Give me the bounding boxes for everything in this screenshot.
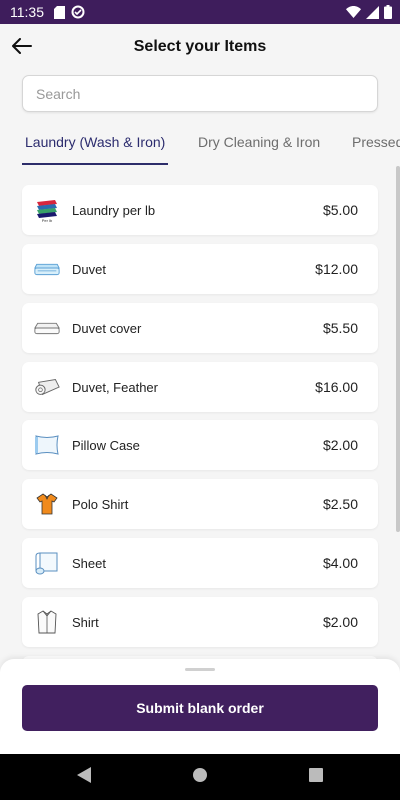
item-price: $2.00 (322, 437, 358, 453)
tab-pressed[interactable]: Pressed (352, 134, 400, 150)
data-saver-icon (71, 5, 85, 19)
category-tabs: Laundry (Wash & Iron) Dry Cleaning & Iro… (0, 126, 400, 166)
item-list: Per lb Laundry per lb $5.00 Duvet $12.00… (0, 172, 400, 662)
duvet-feather-icon (33, 373, 61, 401)
submit-blank-order-button[interactable]: Submit blank order (22, 685, 378, 731)
bottom-sheet: Submit blank order (0, 659, 400, 754)
system-nav-bar (0, 754, 400, 800)
list-item[interactable]: Duvet, Feather $16.00 (22, 362, 378, 412)
duvet-icon (33, 255, 61, 283)
list-item[interactable]: Duvet cover $5.50 (22, 303, 378, 353)
item-name: Duvet cover (72, 320, 142, 336)
battery-icon (384, 5, 392, 19)
back-button[interactable] (10, 36, 34, 60)
list-scrollbar[interactable] (396, 166, 400, 532)
item-price: $5.00 (322, 202, 358, 218)
item-name: Duvet (72, 261, 106, 277)
item-price: $16.00 (315, 379, 358, 395)
list-item[interactable]: Polo Shirt $2.50 (22, 479, 378, 529)
signal-icon (366, 5, 379, 19)
nav-back-button[interactable] (74, 766, 94, 788)
arrow-left-icon (12, 37, 32, 59)
list-item[interactable]: Duvet $12.00 (22, 244, 378, 294)
duvet-cover-icon (33, 314, 61, 342)
status-bar: 11:35 (0, 0, 400, 24)
item-name: Duvet, Feather (72, 379, 158, 395)
item-price: $12.00 (315, 261, 358, 277)
item-name: Shirt (72, 614, 99, 630)
list-item[interactable]: Per lb Laundry per lb $5.00 (22, 185, 378, 235)
tab-dry-cleaning-iron[interactable]: Dry Cleaning & Iron (198, 134, 320, 150)
laundry-pile-icon: Per lb (33, 196, 61, 224)
item-name: Laundry per lb (72, 202, 156, 218)
nav-home-button[interactable] (190, 767, 210, 787)
item-price: $2.00 (322, 614, 358, 630)
list-item[interactable]: Sheet $4.00 (22, 538, 378, 588)
drag-handle[interactable] (185, 668, 215, 671)
list-item[interactable]: Pillow Case $2.00 (22, 420, 378, 470)
active-tab-indicator (22, 163, 168, 165)
page-title: Select your Items (133, 38, 267, 55)
item-name: Pillow Case (72, 437, 140, 453)
pillow-icon (33, 431, 61, 459)
wifi-icon (346, 6, 361, 18)
item-name: Sheet (72, 555, 106, 571)
search-input[interactable] (22, 75, 378, 112)
polo-shirt-icon (33, 490, 61, 518)
circle-home-icon (192, 767, 208, 788)
sd-card-icon (54, 5, 65, 19)
sheet-icon (33, 549, 61, 577)
item-name: Polo Shirt (72, 496, 129, 512)
square-recents-icon (309, 767, 323, 787)
triangle-back-icon (77, 766, 91, 788)
item-price: $4.00 (322, 555, 358, 571)
status-time: 11:35 (10, 4, 44, 20)
list-item[interactable]: Shirt $2.00 (22, 597, 378, 647)
nav-recents-button[interactable] (306, 767, 326, 787)
shirt-icon (33, 608, 61, 636)
tab-laundry-wash-iron[interactable]: Laundry (Wash & Iron) (25, 134, 165, 150)
svg-text:Per lb: Per lb (42, 218, 53, 223)
item-price: $2.50 (322, 496, 358, 512)
app-bar: Select your Items (0, 24, 400, 70)
item-price: $5.50 (322, 320, 358, 336)
